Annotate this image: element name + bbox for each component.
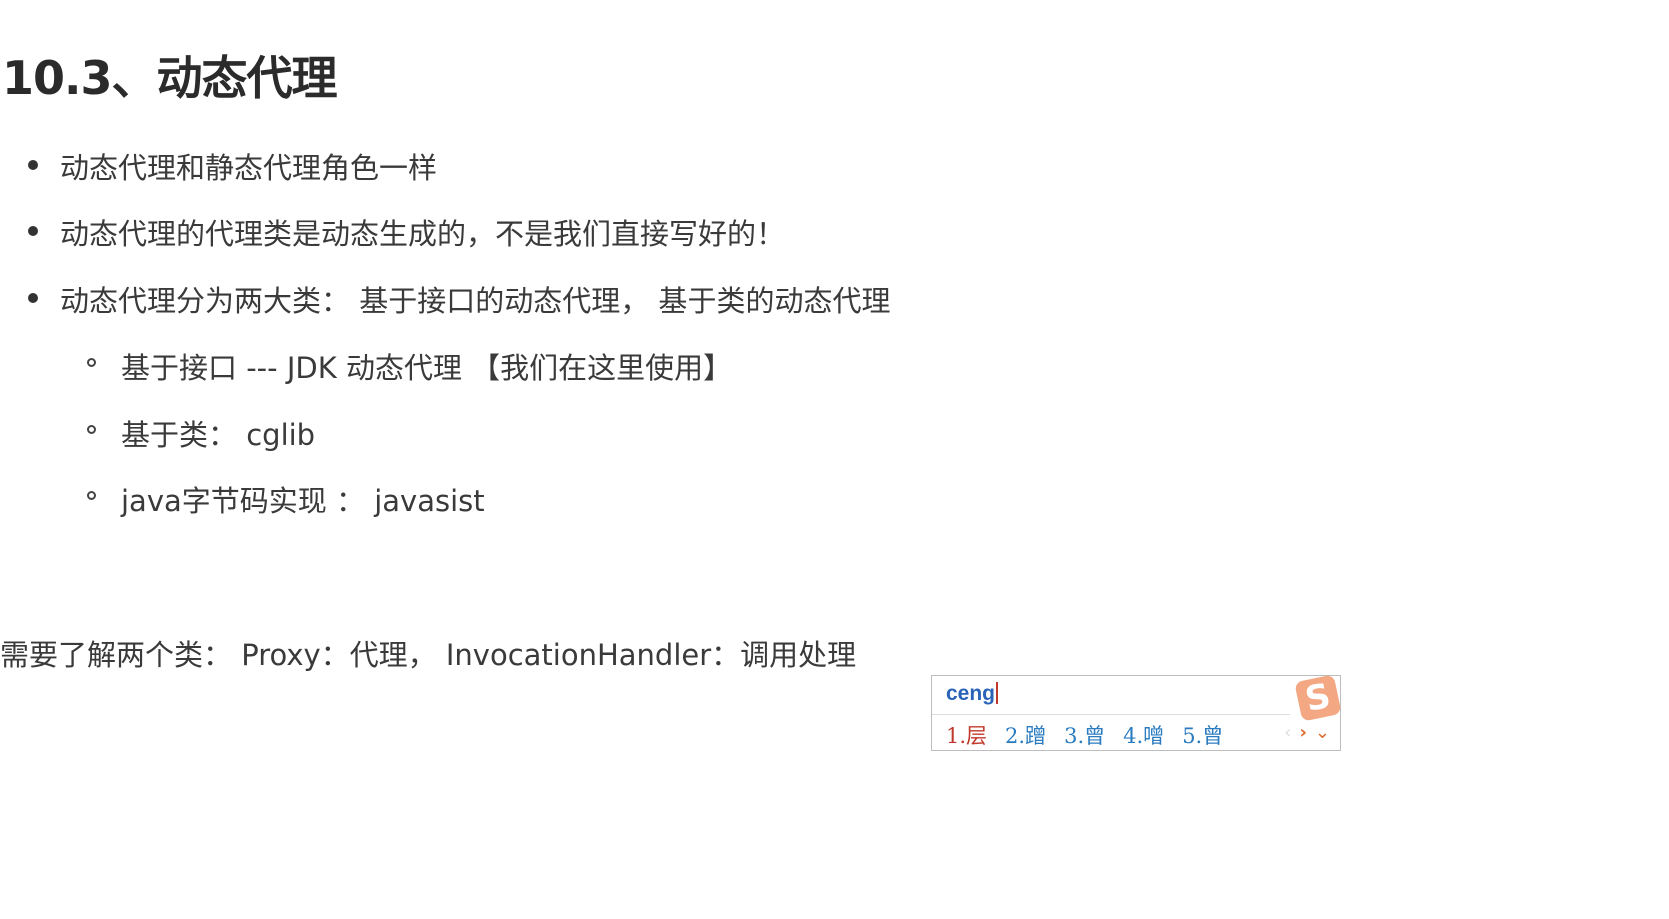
sub-list-item: 基于类： cglib [86,412,315,454]
ime-input-text: ceng [946,682,996,705]
candidate-1[interactable]: 1.层 [946,720,987,750]
candidate-list: 1.层 2.蹭 3.曾 4.噌 5.曾 [946,720,1223,750]
chevron-left-icon[interactable]: ‹ [1284,722,1291,743]
divider [932,714,1290,715]
candidate-3[interactable]: 3.曾 [1064,720,1105,750]
chevron-right-icon[interactable]: › [1299,722,1306,743]
list-item: 动态代理的代理类是动态生成的，不是我们直接写好的！ [27,211,785,253]
candidate-2[interactable]: 2.蹭 [1005,720,1046,750]
page-heading: 10.3、动态代理 [2,51,337,105]
ime-candidate-window[interactable]: ceng S 1.层 2.蹭 3.曾 4.噌 5.曾 ‹ › ⌄ [931,674,1342,751]
ime-composition[interactable]: ceng [946,682,999,706]
candidate-4[interactable]: 4.噌 [1123,720,1164,750]
sub-list-item: 基于接口 --- JDK 动态代理 【我们在这里使用】 [86,345,732,387]
candidate-nav: ‹ › ⌄ [1284,722,1330,743]
sub-list-item: java字节码实现 ： javasist [87,478,485,520]
candidate-5[interactable]: 5.曾 [1182,720,1223,750]
text-caret [996,682,999,704]
list-item: 动态代理和静态代理角色一样 [27,145,437,187]
sogou-logo-icon: S [1294,674,1342,722]
chevron-down-icon[interactable]: ⌄ [1315,722,1330,743]
note-paragraph: 需要了解两个类： Proxy：代理， InvocationHandler：调用处… [0,638,857,672]
list-item: 动态代理分为两大类： 基于接口的动态代理， 基于类的动态代理 [27,278,890,320]
